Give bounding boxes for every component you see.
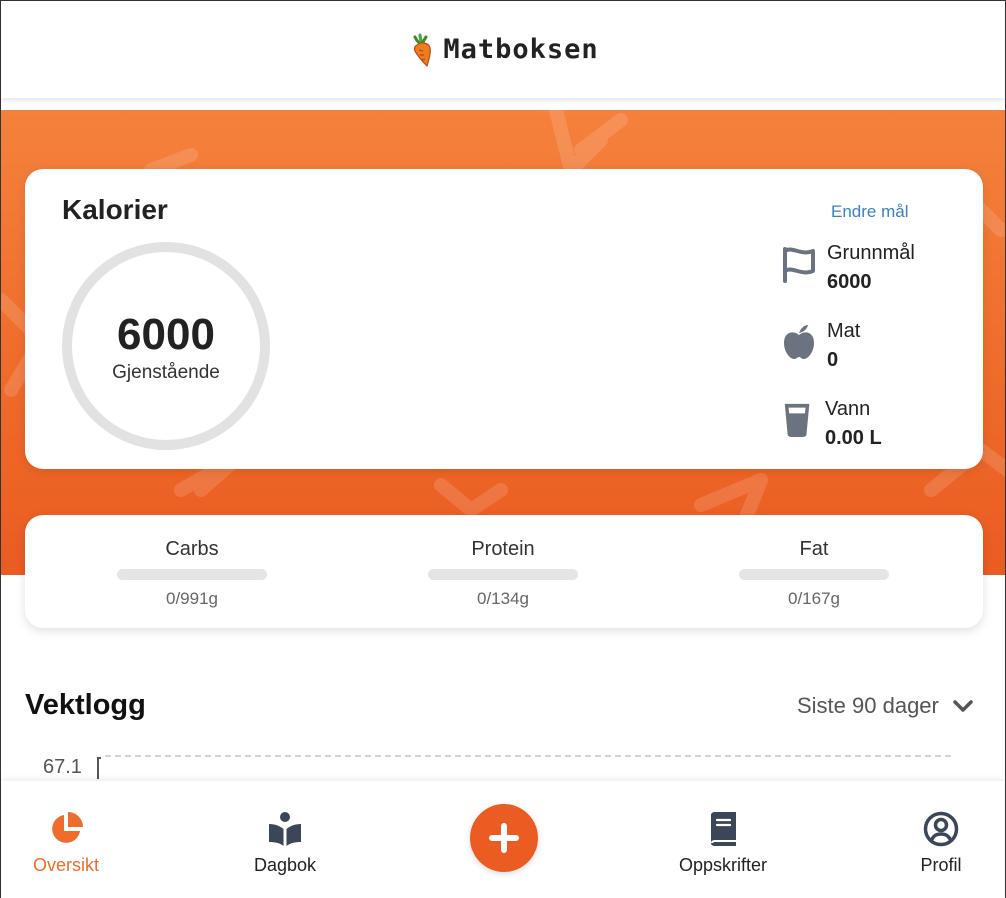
apple-icon — [784, 325, 814, 359]
nav-item-oversikt[interactable]: Oversikt — [0, 811, 136, 876]
stat-food: Mat 0 — [781, 317, 860, 375]
macro-carbs-amount: 0/991g — [166, 589, 218, 608]
macro-carbs-progress-bar — [117, 569, 267, 580]
macros-card: Carbs 0/991g Protein 0/134g Fat 0/167g — [25, 515, 983, 628]
carrot-logo-icon — [413, 33, 432, 67]
chevron-down-icon — [953, 700, 973, 712]
user-circle-icon — [923, 811, 959, 847]
nav-item-profil[interactable]: Profil — [871, 811, 1006, 876]
nav-item-oppskrifter[interactable]: Oppskrifter — [653, 811, 793, 876]
app-title-text: Matboksen — [443, 34, 599, 65]
recipe-book-icon — [711, 812, 736, 846]
edit-goal-link[interactable]: Endre mål — [831, 202, 908, 222]
calories-remaining-value: 6000 — [117, 310, 215, 359]
open-book-icon — [269, 812, 301, 846]
app-title: Matboksen — [407, 33, 598, 67]
stat-base-goal: Grunnmål 6000 — [781, 239, 915, 297]
macro-protein: Protein 0/134g — [428, 537, 578, 609]
stat-food-label: Mat — [827, 320, 861, 342]
add-entry-button[interactable] — [470, 804, 538, 872]
stat-water-value: 0.00 L — [825, 427, 882, 449]
weight-range-select[interactable]: Siste 90 dager — [797, 693, 973, 719]
nav-item-dagbok[interactable]: Dagbok — [215, 811, 355, 876]
weight-chart-y-axis — [97, 757, 101, 779]
stat-base-goal-label: Grunnmål — [827, 242, 915, 264]
macro-carbs-name: Carbs — [165, 538, 219, 560]
weight-chart-y-tick: 67.1 — [43, 756, 82, 778]
app-header: Matboksen — [1, 1, 1005, 98]
calorie-ring: 6000 Gjenstående — [61, 241, 271, 451]
nav-item-oversikt-label: Oversikt — [32, 855, 99, 875]
nav-item-profil-label: Profil — [920, 855, 962, 875]
macro-protein-name: Protein — [471, 538, 535, 560]
nav-item-oppskrifter-label: Oppskrifter — [678, 855, 768, 875]
macro-protein-amount: 0/134g — [477, 589, 529, 608]
macro-fat: Fat 0/167g — [739, 537, 889, 609]
bottom-nav: Oversikt Dagbok Oppskrifter Profil — [1, 781, 1005, 898]
macro-carbs: Carbs 0/991g — [117, 537, 267, 609]
weight-range-label: Siste 90 dager — [797, 693, 939, 718]
water-glass-icon — [784, 403, 810, 437]
plus-icon — [489, 823, 519, 853]
stat-base-goal-value: 6000 — [827, 271, 872, 293]
macro-fat-name: Fat — [799, 538, 829, 560]
calories-title: Kalorier — [62, 194, 168, 225]
stat-water: Vann 0.00 L — [781, 395, 882, 453]
nav-item-dagbok-label: Dagbok — [253, 855, 317, 875]
calories-remaining-label: Gjenstående — [112, 362, 220, 383]
macro-fat-progress-bar — [739, 569, 889, 580]
weight-log-title: Vektlogg — [25, 689, 146, 721]
flag-icon — [783, 247, 815, 283]
macro-protein-progress-bar — [428, 569, 578, 580]
weight-chart-gridline — [105, 755, 951, 757]
pie-chart-icon — [52, 812, 83, 843]
stat-food-value: 0 — [827, 349, 839, 371]
stat-water-label: Vann — [825, 398, 871, 420]
calories-card: Kalorier 6000 Gjenstående Endre mål Grun… — [25, 169, 983, 469]
macro-fat-amount: 0/167g — [788, 589, 840, 608]
